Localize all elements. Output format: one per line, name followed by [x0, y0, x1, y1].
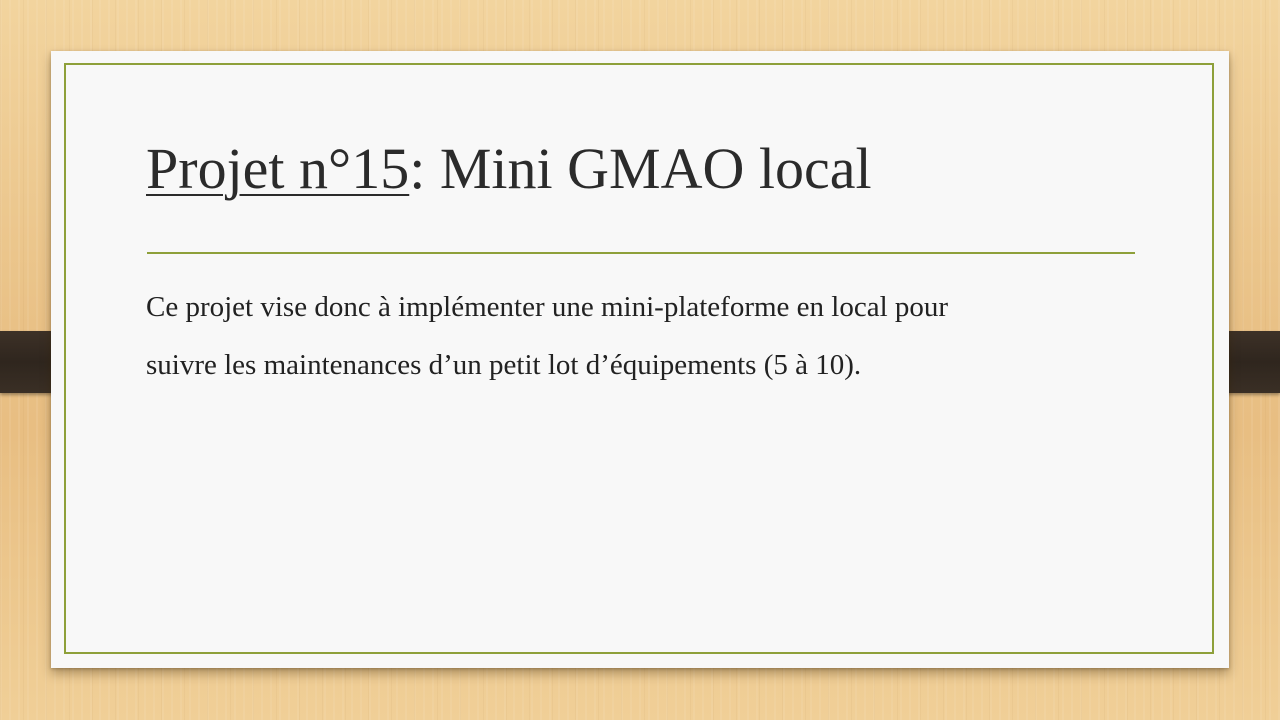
- slide-card: Projet n°15: Mini GMAO local Ce projet v…: [51, 51, 1229, 668]
- title-divider: [147, 252, 1135, 254]
- title-text: : Mini GMAO local: [409, 136, 872, 201]
- slide-title: Projet n°15: Mini GMAO local: [146, 137, 872, 201]
- body-line-2: suivre les maintenances d’un petit lot d…: [146, 349, 862, 381]
- slide-body: Ce projet vise donc à implémenter une mi…: [146, 278, 1146, 394]
- title-hyperlink[interactable]: Projet n°15: [146, 136, 409, 201]
- body-line-1: Ce projet vise donc à implémenter une mi…: [146, 291, 949, 323]
